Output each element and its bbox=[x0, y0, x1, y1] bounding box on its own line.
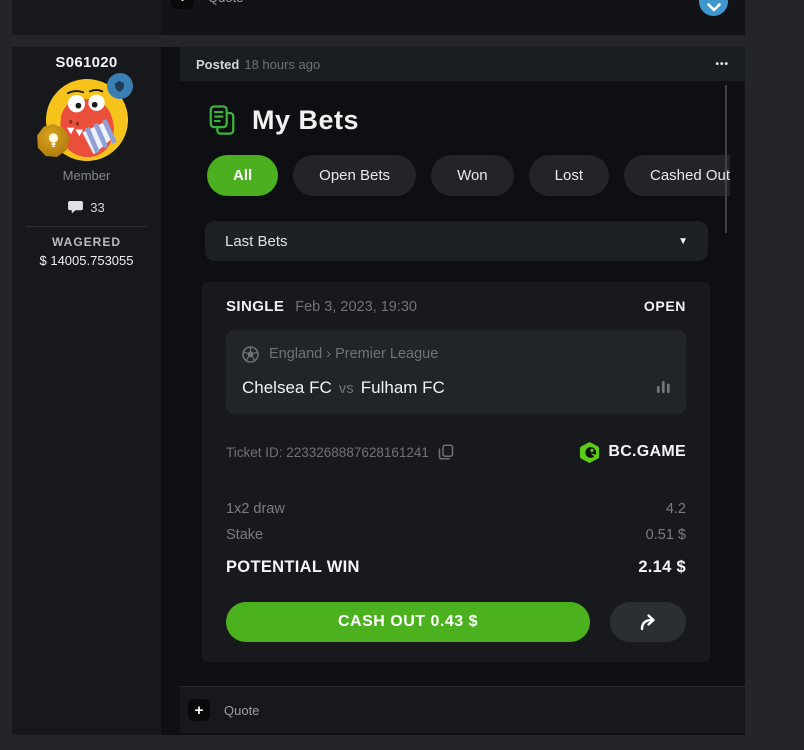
plus-icon: + bbox=[171, 0, 194, 9]
quote-button[interactable]: + Quote bbox=[188, 699, 259, 721]
selection-label: 1x2 draw bbox=[226, 501, 285, 517]
quote-button-previous[interactable]: + Quote bbox=[171, 0, 243, 9]
post-content: Posted 18 hours ago ••• bbox=[161, 47, 745, 735]
posted-label: Posted bbox=[196, 57, 239, 72]
potential-win-row: POTENTIAL WIN 2.14 $ bbox=[226, 552, 686, 582]
bets-sort-dropdown[interactable]: Last Bets ▼ bbox=[205, 221, 708, 261]
divider bbox=[26, 226, 147, 227]
wagered-value: $ 14005.753055 bbox=[12, 253, 161, 268]
stake-label: Stake bbox=[226, 527, 263, 543]
posted-time: 18 hours ago bbox=[244, 57, 320, 72]
rank-badge-icon bbox=[107, 73, 133, 99]
bet-type-label: SINGLE bbox=[226, 298, 284, 315]
widget-title: My Bets bbox=[252, 105, 359, 136]
post-footer: + Quote bbox=[180, 686, 745, 733]
caret-down-icon: ▼ bbox=[678, 236, 688, 247]
wagered-label: WAGERED bbox=[12, 235, 161, 249]
bet-status-badge: OPEN bbox=[644, 298, 686, 314]
forum-page: + Quote S061020 bbox=[0, 0, 804, 750]
potential-win-value: 2.14 $ bbox=[638, 558, 686, 577]
soccer-ball-icon bbox=[242, 346, 259, 363]
more-menu-button[interactable]: ••• bbox=[715, 59, 729, 70]
stake-value: 0.51 $ bbox=[646, 527, 686, 543]
bet-detail-rows: 1x2 draw 4.2 Stake 0.51 $ POTENTIAL WIN … bbox=[226, 496, 686, 582]
tab-all[interactable]: All bbox=[207, 155, 278, 196]
previous-post-author-column bbox=[12, 0, 161, 35]
comments-count-value: 33 bbox=[90, 200, 104, 215]
selection-odds: 4.2 bbox=[666, 501, 686, 517]
author-sidebar: S061020 bbox=[12, 47, 161, 735]
bet-actions: CASH OUT 0.43 $ bbox=[226, 602, 686, 642]
teams-row: Chelsea FC vs Fulham FC bbox=[242, 376, 670, 400]
tab-open-bets[interactable]: Open Bets bbox=[293, 155, 416, 196]
dropdown-selected-value: Last Bets bbox=[225, 233, 288, 250]
speech-bubble-icon bbox=[68, 201, 83, 214]
selection-row: 1x2 draw 4.2 bbox=[226, 496, 686, 522]
tab-lost[interactable]: Lost bbox=[529, 155, 609, 196]
bets-list-icon bbox=[207, 104, 237, 137]
home-team: Chelsea FC bbox=[242, 378, 332, 398]
bets-filter-tabs: All Open Bets Won Lost Cashed Out bbox=[207, 155, 730, 196]
bet-datetime: Feb 3, 2023, 19:30 bbox=[295, 299, 417, 315]
copy-icon[interactable] bbox=[438, 444, 454, 460]
potential-win-label: POTENTIAL WIN bbox=[226, 558, 360, 577]
chevron-down-icon bbox=[707, 3, 721, 12]
previous-post-content: + Quote bbox=[161, 0, 745, 35]
post-header-bar: Posted 18 hours ago ••• bbox=[180, 47, 745, 81]
tab-cashed-out[interactable]: Cashed Out bbox=[624, 155, 730, 196]
league-row: England › Premier League bbox=[242, 344, 670, 364]
league-label: England › Premier League bbox=[269, 346, 438, 362]
quote-button-label: Quote bbox=[208, 0, 243, 5]
quote-button-label: Quote bbox=[224, 703, 259, 718]
my-bets-widget: My Bets All Open Bets Won Lost Cashed Ou… bbox=[182, 84, 730, 676]
tab-won[interactable]: Won bbox=[431, 155, 514, 196]
previous-post-strip: + Quote bbox=[12, 0, 745, 35]
widget-scrollbar[interactable] bbox=[725, 85, 727, 233]
match-box: England › Premier League Chelsea FC vs F… bbox=[226, 330, 686, 414]
username-link[interactable]: S061020 bbox=[12, 54, 161, 71]
cash-out-button[interactable]: CASH OUT 0.43 $ bbox=[226, 602, 590, 642]
plus-icon: + bbox=[188, 699, 210, 721]
avatar[interactable] bbox=[44, 77, 130, 163]
bet-card-header: SINGLE Feb 3, 2023, 19:30 OPEN bbox=[226, 298, 686, 320]
post: S061020 bbox=[12, 47, 745, 735]
ticket-row: Ticket ID: 2233268887628161241 bbox=[226, 438, 686, 466]
bet-card: SINGLE Feb 3, 2023, 19:30 OPEN bbox=[202, 282, 710, 662]
share-arrow-icon bbox=[637, 613, 659, 631]
vs-label: vs bbox=[339, 380, 354, 397]
match-stats-icon[interactable] bbox=[657, 378, 670, 398]
bcgame-logo[interactable]: BC.GAME bbox=[578, 441, 686, 464]
share-button[interactable] bbox=[610, 602, 686, 642]
away-team: Fulham FC bbox=[361, 378, 445, 398]
stake-row: Stake 0.51 $ bbox=[226, 522, 686, 548]
ticket-id-label: Ticket ID: 2233268887628161241 bbox=[226, 445, 429, 460]
more-icon: ••• bbox=[715, 59, 729, 70]
member-role-label: Member bbox=[12, 168, 161, 183]
comments-count: 33 bbox=[12, 200, 161, 215]
bcgame-logo-text: BC.GAME bbox=[608, 443, 686, 461]
bcgame-logo-icon bbox=[578, 441, 601, 464]
widget-header: My Bets bbox=[207, 102, 706, 138]
